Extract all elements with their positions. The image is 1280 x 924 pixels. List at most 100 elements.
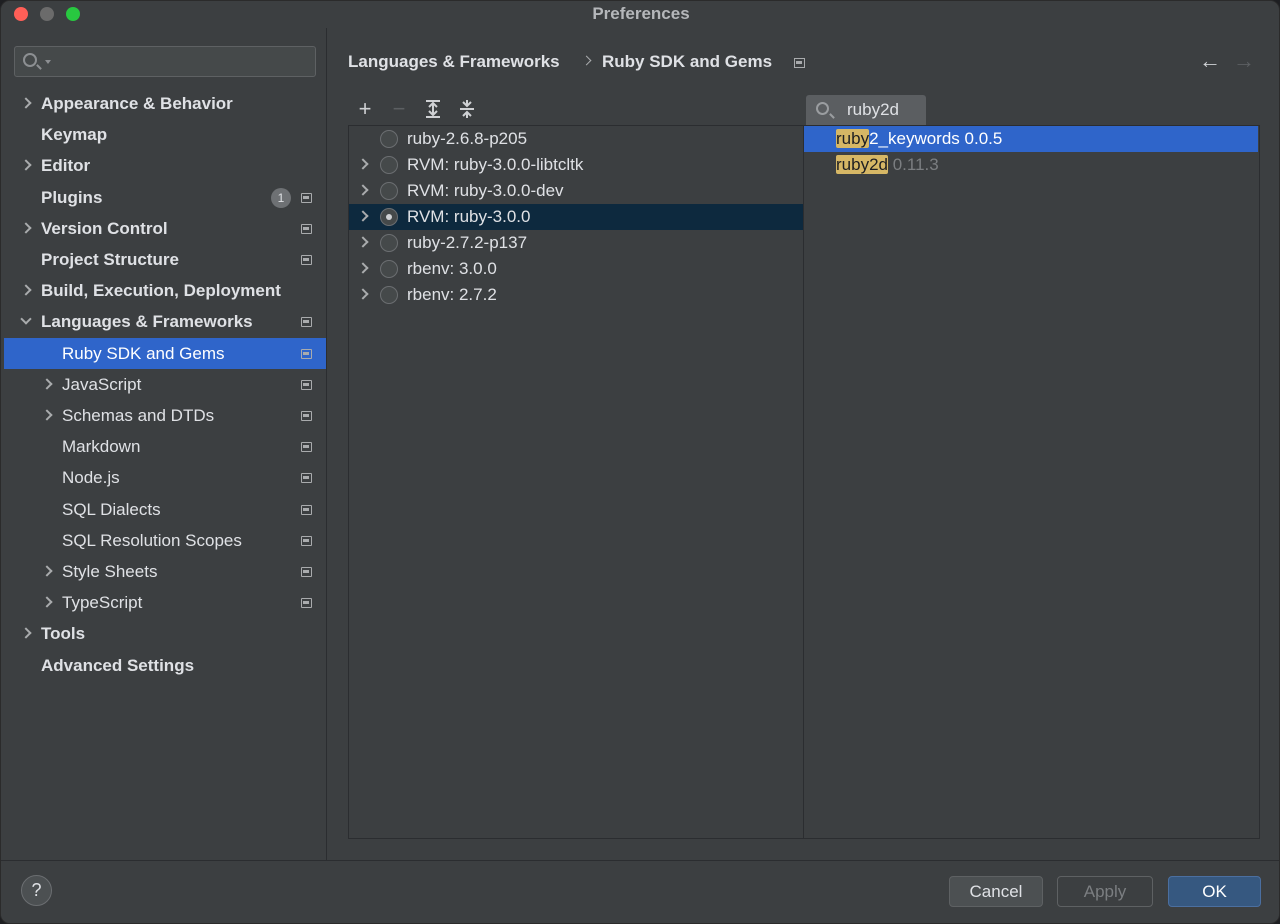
sidebar-item-label: Tools — [41, 624, 86, 644]
title-bar: Preferences — [1, 1, 1279, 27]
sdk-radio[interactable] — [380, 286, 398, 304]
project-settings-icon — [301, 379, 312, 390]
sidebar-item-build-execution-deployment[interactable]: Build, Execution, Deployment — [4, 275, 326, 306]
chevron-right-icon[interactable] — [357, 288, 369, 300]
remove-sdk-button[interactable]: − — [388, 98, 410, 120]
chevron-right-icon[interactable] — [357, 236, 369, 248]
chevron-right-icon[interactable] — [20, 159, 32, 172]
sdk-row[interactable]: rbenv: 3.0.0 — [349, 256, 803, 282]
help-button[interactable]: ? — [21, 875, 52, 906]
gem-name: ruby2d 0.11.3 — [836, 152, 939, 178]
project-settings-icon — [301, 567, 312, 577]
sidebar-item-label: Markdown — [62, 437, 141, 457]
gem-version: 0.0.5 — [964, 129, 1003, 148]
collapse-all-button[interactable] — [456, 98, 478, 120]
chevron-right-icon[interactable] — [20, 97, 32, 109]
sidebar-item-label: Appearance & Behavior — [41, 94, 233, 113]
gem-name: ruby2_keywords 0.0.5 — [836, 126, 1002, 152]
sdk-radio[interactable] — [380, 208, 398, 226]
search-icon — [23, 53, 37, 67]
sidebar-item-sql-dialects[interactable]: SQL Dialects — [4, 494, 326, 525]
window-title: Preferences — [592, 4, 690, 23]
sdk-list: ruby-2.6.8-p205 RVM: ruby-3.0.0-libtcltk R… — [348, 125, 804, 839]
gem-search-query[interactable]: ruby2d — [847, 100, 899, 120]
sidebar-item-sql-resolution-scopes[interactable]: SQL Resolution Scopes — [4, 525, 326, 556]
sidebar-item-ruby-sdk-and-gems[interactable]: Ruby SDK and Gems — [4, 337, 326, 369]
sidebar-item-label: Build, Execution, Deployment — [41, 281, 281, 301]
settings-search-input[interactable] — [14, 46, 316, 77]
chevron-down-icon[interactable] — [20, 313, 32, 326]
sidebar-item-keymap[interactable]: Keymap — [4, 119, 326, 150]
sdk-radio[interactable] — [380, 260, 398, 278]
gem-name-rest: 2_keywords — [869, 129, 960, 148]
chevron-right-icon[interactable] — [41, 565, 53, 577]
project-settings-icon — [301, 473, 312, 484]
chevron-right-icon[interactable] — [20, 222, 32, 234]
sdk-label: RVM: ruby-3.0.0-libtcltk — [407, 155, 584, 174]
sidebar-item-schemas-and-dtds[interactable]: Schemas and DTDs — [4, 400, 326, 431]
sidebar-item-plugins[interactable]: Plugins 1 — [4, 182, 326, 213]
sidebar-item-label: Keymap — [41, 125, 108, 145]
sidebar-item-appearance-behavior[interactable]: Appearance & Behavior — [4, 88, 326, 119]
sidebar-item-editor[interactable]: Editor — [4, 150, 326, 181]
search-options-chevron-icon[interactable] — [45, 60, 51, 64]
sdk-row[interactable]: RVM: ruby-3.0.0 — [349, 204, 803, 230]
chevron-right-icon[interactable] — [357, 184, 369, 196]
sdk-radio[interactable] — [380, 182, 398, 200]
sidebar-item-languages-frameworks[interactable]: Languages & Frameworks — [4, 306, 326, 337]
sidebar-item-label: Advanced Settings — [41, 655, 195, 675]
sdk-radio[interactable] — [380, 130, 398, 148]
chevron-right-icon[interactable] — [357, 262, 369, 274]
update-count-badge: 1 — [271, 187, 291, 208]
project-settings-icon — [301, 504, 312, 515]
expand-all-button[interactable] — [422, 98, 444, 120]
sidebar-item-version-control[interactable]: Version Control — [4, 213, 326, 244]
sidebar-item-tools[interactable]: Tools — [4, 618, 326, 649]
breadcrumb-parent[interactable]: Languages & Frameworks — [348, 52, 560, 72]
chevron-right-icon[interactable] — [20, 627, 32, 640]
project-settings-icon — [301, 317, 312, 328]
project-settings-icon — [301, 598, 312, 609]
chevron-right-icon[interactable] — [41, 378, 53, 390]
sdk-row[interactable]: RVM: ruby-3.0.0-dev — [349, 178, 803, 204]
chevron-right-icon[interactable] — [357, 210, 369, 222]
project-settings-icon — [301, 223, 312, 234]
apply-button[interactable]: Apply — [1057, 876, 1153, 907]
sidebar-item-advanced-settings[interactable]: Advanced Settings — [4, 650, 326, 681]
project-settings-icon — [301, 348, 312, 359]
sidebar-item-javascript[interactable]: JavaScript — [4, 369, 326, 400]
chevron-right-icon[interactable] — [41, 409, 53, 421]
sdk-row[interactable]: ruby-2.6.8-p205 — [349, 126, 803, 152]
sidebar-item-label: Editor — [41, 156, 91, 176]
sidebar-item-typescript[interactable]: TypeScript — [4, 587, 326, 618]
sdk-row[interactable]: rbenv: 2.7.2 — [349, 282, 803, 308]
chevron-right-icon[interactable] — [41, 596, 53, 608]
collapse-all-icon — [460, 100, 474, 118]
sdk-radio[interactable] — [380, 234, 398, 252]
sidebar-item-markdown[interactable]: Markdown — [4, 431, 326, 462]
forward-arrow-button[interactable]: → — [1233, 50, 1255, 72]
project-settings-icon — [301, 192, 312, 203]
sidebar-item-style-sheets[interactable]: Style Sheets — [4, 556, 326, 587]
sidebar-item-project-structure[interactable]: Project Structure — [4, 244, 326, 275]
ok-button[interactable]: OK — [1168, 876, 1261, 907]
sidebar-item-node-js[interactable]: Node.js — [4, 462, 326, 493]
project-settings-icon — [301, 255, 312, 265]
breadcrumb-current: Ruby SDK and Gems — [602, 52, 773, 71]
gem-row[interactable]: ruby2d 0.11.3 — [804, 152, 1258, 178]
sdk-label: RVM: ruby-3.0.0-dev — [407, 181, 564, 200]
gem-row[interactable]: ruby2_keywords 0.0.5 — [804, 126, 1258, 152]
sdk-radio[interactable] — [380, 156, 398, 174]
sdk-row[interactable]: RVM: ruby-3.0.0-libtcltk — [349, 152, 803, 178]
chevron-right-icon[interactable] — [357, 158, 369, 170]
back-arrow-button[interactable]: ← — [1199, 50, 1221, 72]
add-sdk-button[interactable]: + — [354, 98, 376, 120]
sdk-label: ruby-2.6.8-p205 — [407, 129, 528, 148]
project-settings-icon — [301, 411, 312, 421]
search-match-highlight: ruby — [836, 129, 870, 148]
cancel-button[interactable]: Cancel — [949, 876, 1043, 907]
sdk-row[interactable]: ruby-2.7.2-p137 — [349, 230, 803, 256]
chevron-right-icon[interactable] — [20, 284, 32, 296]
gem-search-field[interactable]: ruby2d — [806, 95, 926, 126]
sidebar-item-label: SQL Dialects — [62, 499, 161, 519]
